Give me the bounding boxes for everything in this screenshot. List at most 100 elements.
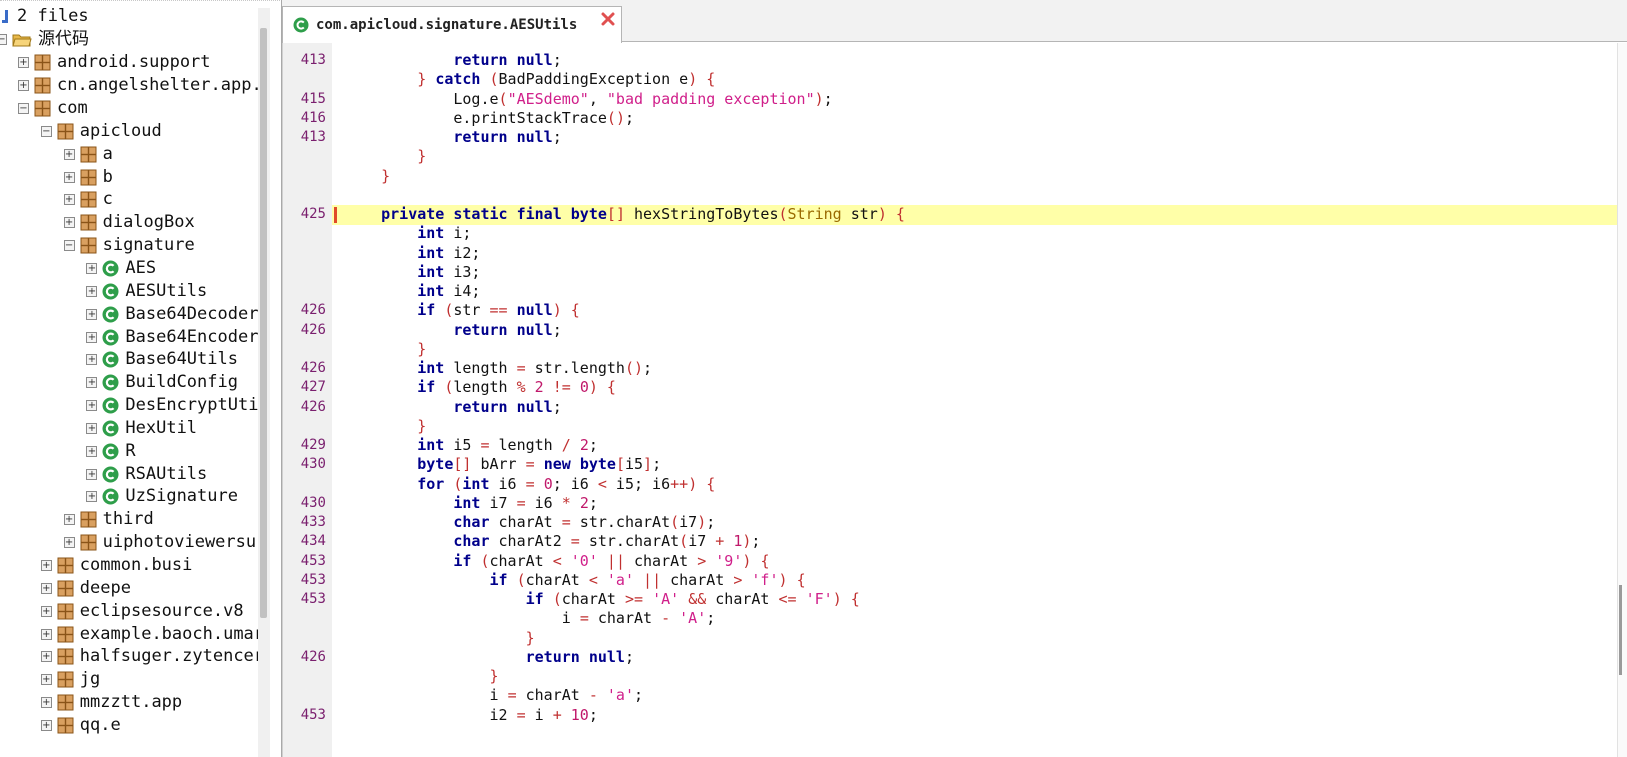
code-line[interactable]: }	[345, 667, 499, 686]
code-line[interactable]: return null;	[345, 398, 561, 417]
tree-package-item[interactable]: + halfsuger.zytencer	[40, 645, 264, 669]
tree-package-item[interactable]: + mmzztt.app	[40, 691, 182, 715]
tree-package-item[interactable]: − apicloud	[40, 120, 162, 144]
code-line[interactable]: int i;	[345, 224, 471, 243]
tree-class-item[interactable]: + AES	[86, 257, 156, 281]
code-line[interactable]: e.printStackTrace();	[345, 109, 634, 128]
tree-class-item[interactable]: + R	[86, 439, 136, 463]
tree-package-item[interactable]: + a	[63, 142, 113, 166]
expand-icon[interactable]: +	[63, 148, 75, 160]
expand-icon[interactable]: +	[86, 422, 98, 434]
code-line[interactable]: }	[345, 147, 426, 166]
tree-class-item[interactable]: + Base64Decoder	[86, 302, 258, 326]
tree-class-item[interactable]: + Base64Utils	[86, 348, 238, 372]
expand-icon[interactable]: +	[18, 80, 29, 92]
expand-icon[interactable]: +	[86, 262, 98, 274]
expand-icon[interactable]: +	[40, 605, 52, 617]
tree-class-item[interactable]: + AESUtils	[86, 280, 207, 304]
expand-icon[interactable]: +	[63, 194, 75, 206]
expand-icon[interactable]: +	[86, 285, 98, 297]
expand-icon[interactable]: +	[86, 354, 98, 366]
tree-package-item[interactable]: + android.support	[18, 51, 211, 75]
expand-icon[interactable]: +	[86, 377, 98, 389]
code-line[interactable]: }	[345, 167, 390, 186]
expand-icon[interactable]: +	[63, 171, 75, 183]
expand-icon[interactable]: +	[86, 331, 98, 343]
expand-icon[interactable]: +	[40, 719, 52, 731]
tree-package-item[interactable]: − signature	[63, 234, 195, 258]
code-line[interactable]: }	[345, 417, 426, 436]
code-line[interactable]: if (charAt < 'a' || charAt > 'f') {	[345, 571, 806, 590]
collapse-icon[interactable]: −	[0, 34, 7, 46]
expand-icon[interactable]: +	[40, 697, 52, 709]
expand-icon[interactable]: +	[86, 491, 98, 503]
tree-class-item[interactable]: + HexUtil	[86, 417, 197, 441]
code-line[interactable]: char charAt = str.charAt(i7);	[345, 513, 715, 532]
tree-package-item[interactable]: + c	[63, 188, 113, 212]
tree-scrollbar-thumb[interactable]	[260, 28, 267, 618]
code-line[interactable]: byte[] bArr = new byte[i5];	[345, 455, 661, 474]
code-line[interactable]: if (length % 2 != 0) {	[345, 378, 616, 397]
code-line[interactable]: int i4;	[345, 282, 480, 301]
tree-package-item[interactable]: + deepe	[40, 577, 131, 601]
expand-icon[interactable]: +	[86, 468, 98, 480]
tree-class-item[interactable]: + DesEncryptUti	[86, 394, 258, 418]
tree-package-item[interactable]: + b	[63, 165, 113, 189]
expand-icon[interactable]: +	[40, 628, 52, 640]
code-line[interactable]: private static final byte[] hexStringToB…	[345, 205, 905, 224]
tree-files-node[interactable]: 2 files	[2, 5, 89, 29]
tree-package-item[interactable]: + example.baoch.umar	[40, 622, 264, 646]
code-line[interactable]: int i2;	[345, 244, 480, 263]
code-line[interactable]: i2 = i + 10;	[345, 706, 597, 725]
expand-icon[interactable]: +	[40, 582, 52, 594]
code-line[interactable]: return null;	[345, 648, 634, 667]
tree-package-item[interactable]: + dialogBox	[63, 211, 195, 235]
code-line[interactable]: }	[345, 629, 535, 648]
tree-class-item[interactable]: + BuildConfig	[86, 371, 238, 395]
code-line[interactable]: return null;	[345, 321, 561, 340]
tree-package-item[interactable]: + qq.e	[40, 714, 121, 738]
tree-package-item[interactable]: + eclipsesource.v8	[40, 599, 244, 623]
tree-package-item[interactable]: + jg	[40, 668, 100, 692]
tree-class-item[interactable]: + RSAUtils	[86, 462, 207, 486]
tree-package-item[interactable]: + cn.angelshelter.app.	[18, 74, 262, 98]
code-line[interactable]: if (charAt >= 'A' && charAt <= 'F') {	[345, 590, 860, 609]
code-line[interactable]: if (charAt < '0' || charAt > '9') {	[345, 552, 769, 571]
code-line[interactable]: return null;	[345, 128, 561, 147]
collapse-icon[interactable]: −	[63, 240, 75, 252]
expand-icon[interactable]: +	[40, 560, 52, 572]
expand-icon[interactable]: +	[63, 514, 75, 526]
code-line[interactable]: if (str == null) {	[345, 301, 580, 320]
code-line[interactable]: return null;	[345, 51, 561, 70]
tree-package-item[interactable]: + uiphotoviewersu	[63, 531, 256, 555]
expand-icon[interactable]: +	[86, 445, 98, 457]
collapse-icon[interactable]: −	[40, 125, 52, 137]
tree-package-item[interactable]: + common.busi	[40, 554, 192, 578]
code-line[interactable]: int i3;	[345, 263, 480, 282]
editor-scrollbar-thumb[interactable]	[1619, 585, 1622, 675]
tab-aesutils[interactable]: com.apicloud.signature.AESUtils	[282, 6, 622, 43]
code-line[interactable]: int length = str.length();	[345, 359, 652, 378]
code-line[interactable]: for (int i6 = 0; i6 < i5; i6++) {	[345, 475, 715, 494]
expand-icon[interactable]: +	[40, 674, 52, 686]
expand-icon[interactable]: +	[18, 57, 29, 69]
code-line[interactable]: i = charAt - 'A';	[345, 609, 716, 628]
code-line[interactable]: i = charAt - 'a';	[345, 686, 643, 705]
tree-package-item[interactable]: − com	[18, 97, 88, 121]
code-line[interactable]: char charAt2 = str.charAt(i7 + 1);	[345, 532, 760, 551]
tree-class-item[interactable]: + UzSignature	[86, 485, 238, 509]
expand-icon[interactable]: +	[86, 400, 98, 412]
expand-icon[interactable]: +	[40, 651, 52, 663]
code-line[interactable]: int i5 = length / 2;	[345, 436, 598, 455]
code-line[interactable]: }	[345, 340, 426, 359]
tree-package-item[interactable]: + third	[63, 508, 154, 532]
code-line[interactable]: Log.e("AESdemo", "bad padding exception"…	[345, 90, 832, 109]
expand-icon[interactable]: +	[86, 308, 98, 320]
collapse-icon[interactable]: −	[18, 103, 29, 115]
code-line[interactable]: } catch (BadPaddingException e) {	[345, 70, 715, 89]
expand-icon[interactable]: +	[63, 217, 75, 229]
tree-root-node[interactable]: − 源代码	[0, 28, 89, 52]
expand-icon[interactable]: +	[63, 537, 75, 549]
tree-class-item[interactable]: + Base64Encoder	[86, 325, 258, 349]
code-line[interactable]: int i7 = i6 * 2;	[345, 494, 598, 513]
